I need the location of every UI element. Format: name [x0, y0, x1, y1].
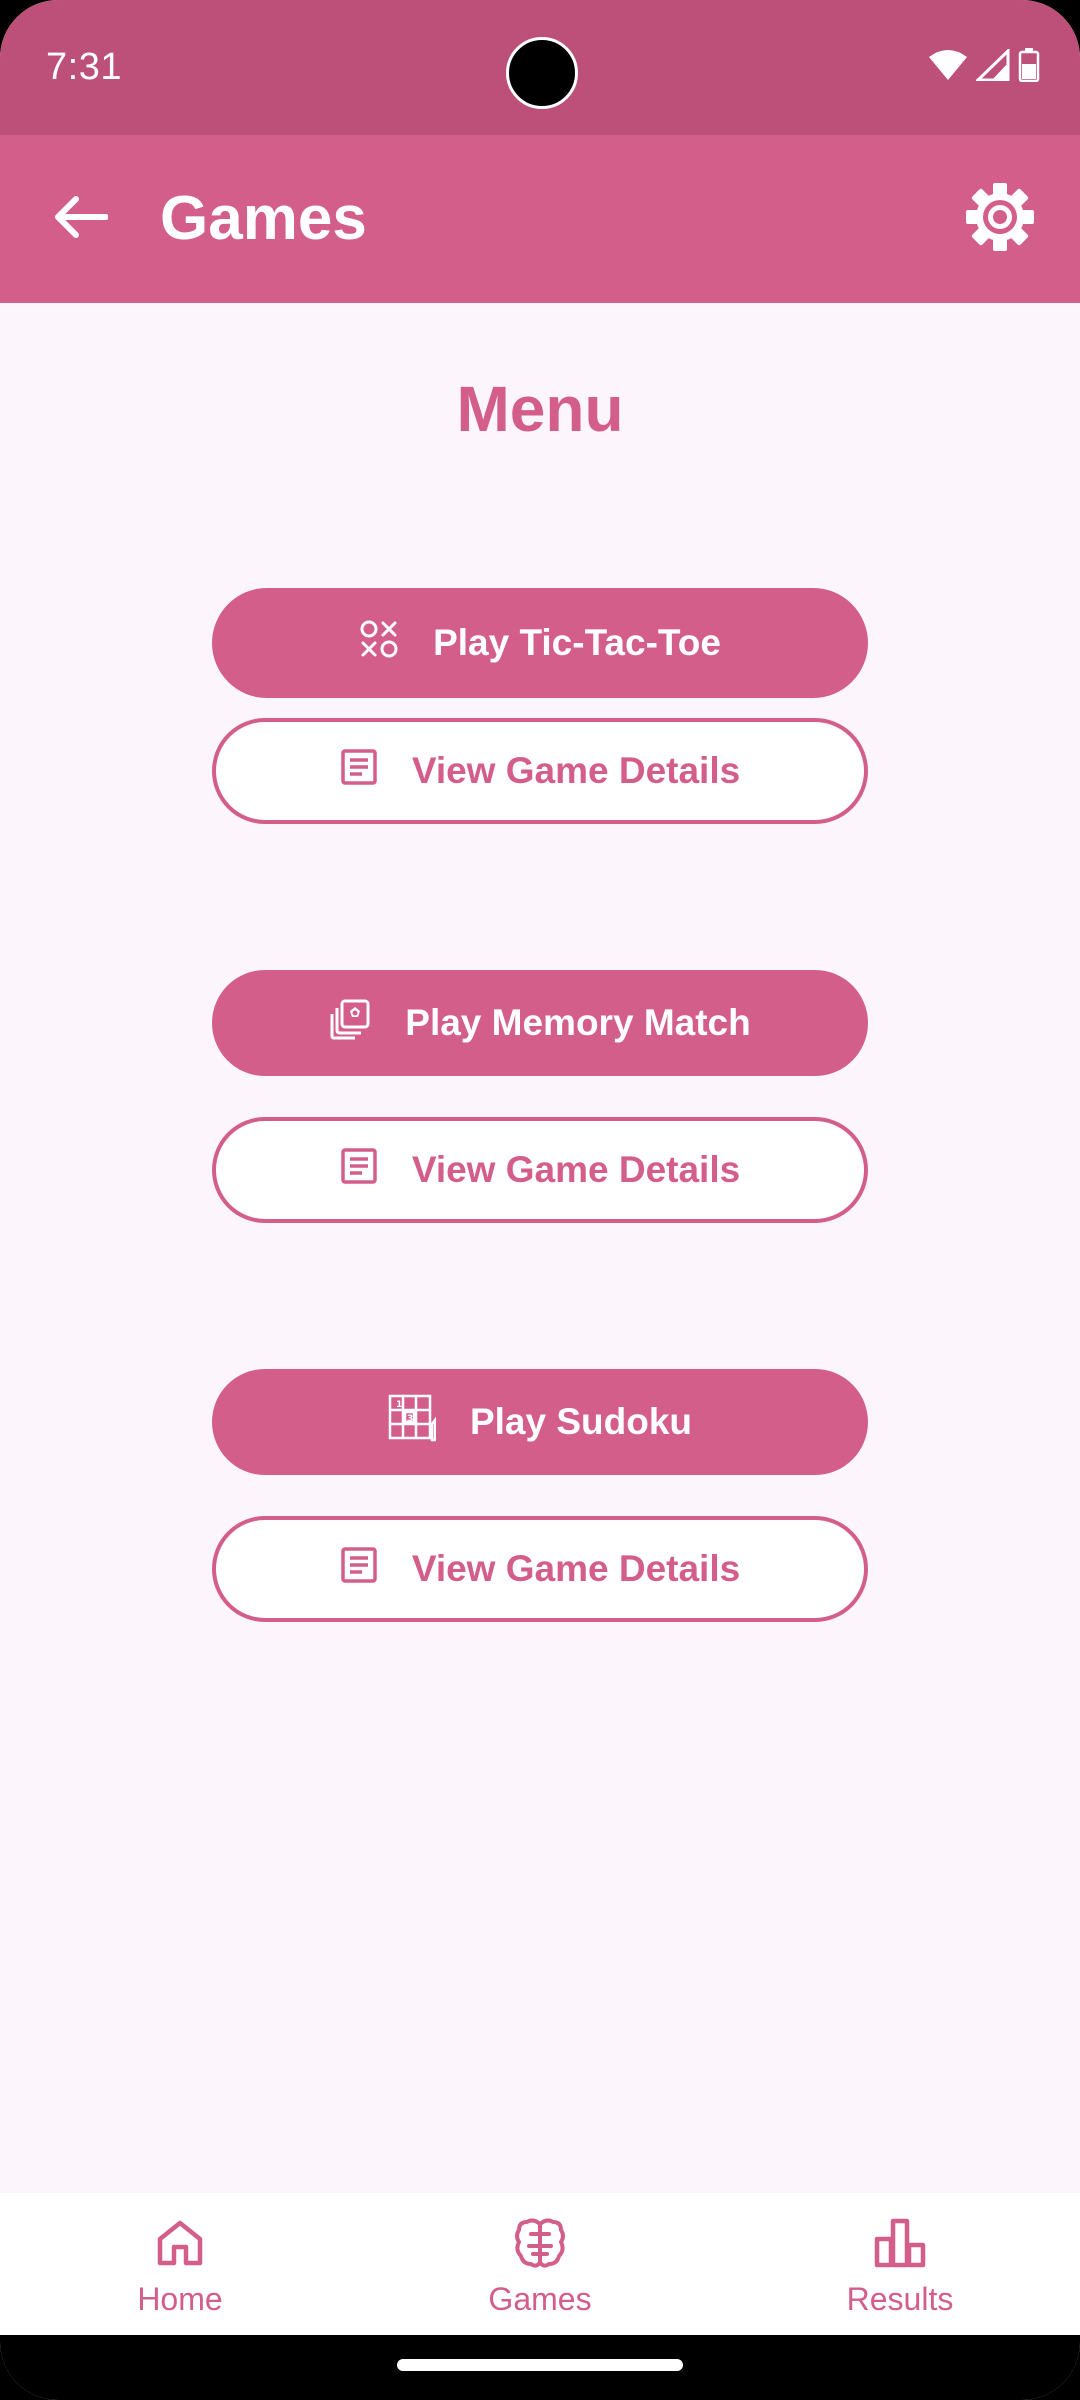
play-memory-match-label: Play Memory Match	[405, 1002, 751, 1043]
view-memory-match-details-button[interactable]: View Game Details	[212, 1117, 868, 1223]
play-sudoku-button[interactable]: 1 3 Play Sudoku	[212, 1369, 868, 1475]
view-sudoku-details-button[interactable]: View Game Details	[212, 1516, 868, 1622]
play-tic-tac-toe-label: Play Tic-Tac-Toe	[433, 622, 721, 663]
article-icon	[340, 1147, 378, 1194]
memory-cards-icon	[329, 998, 371, 1049]
svg-text:3: 3	[407, 1414, 413, 1424]
bottom-navigation: Home Games Results	[0, 2193, 1080, 2335]
menu-heading: Menu	[456, 373, 624, 445]
arrow-back-icon	[52, 195, 109, 244]
play-sudoku-label: Play Sudoku	[469, 1401, 693, 1442]
article-icon	[340, 748, 378, 795]
nav-item-home[interactable]: Home	[0, 2193, 360, 2335]
sudoku-grid-icon: 1 3	[388, 1394, 437, 1451]
view-tic-tac-toe-details-button[interactable]: View Game Details	[212, 718, 868, 824]
camera-cutout	[506, 37, 578, 109]
view-game-details-label: View Game Details	[411, 1548, 741, 1589]
app-screen: 7:31 Games Menu Play Tic-Tac-Toe View Ga…	[0, 0, 1080, 2400]
back-button[interactable]	[42, 181, 118, 257]
cellular-signal-icon	[974, 47, 1010, 86]
status-icons	[928, 47, 1040, 87]
view-game-details-label: View Game Details	[411, 1149, 741, 1190]
nav-label-home: Home	[137, 2281, 223, 2317]
home-icon	[150, 2213, 210, 2273]
nav-label-results: Results	[846, 2281, 954, 2317]
wifi-icon	[928, 49, 968, 86]
nav-label-games: Games	[488, 2281, 592, 2317]
nav-item-games[interactable]: Games	[360, 2193, 720, 2335]
nav-item-results[interactable]: Results	[720, 2193, 1080, 2335]
tic-tac-toe-icon	[359, 619, 399, 668]
article-icon	[340, 1546, 378, 1593]
play-memory-match-button[interactable]: Play Memory Match	[212, 970, 868, 1076]
gear-icon	[965, 182, 1035, 257]
battery-icon	[1018, 48, 1040, 87]
view-game-details-label: View Game Details	[411, 750, 741, 791]
settings-button[interactable]	[960, 179, 1040, 259]
home-gesture-handle[interactable]	[397, 2359, 683, 2371]
brain-icon	[510, 2213, 570, 2273]
bar-chart-icon	[870, 2213, 930, 2273]
play-tic-tac-toe-button[interactable]: Play Tic-Tac-Toe	[212, 588, 868, 698]
status-bar: 7:31	[0, 0, 1080, 135]
svg-text:1: 1	[396, 1400, 402, 1410]
app-bar-title: Games	[160, 184, 367, 253]
app-bar: Games	[0, 135, 1080, 303]
status-time: 7:31	[46, 46, 122, 88]
